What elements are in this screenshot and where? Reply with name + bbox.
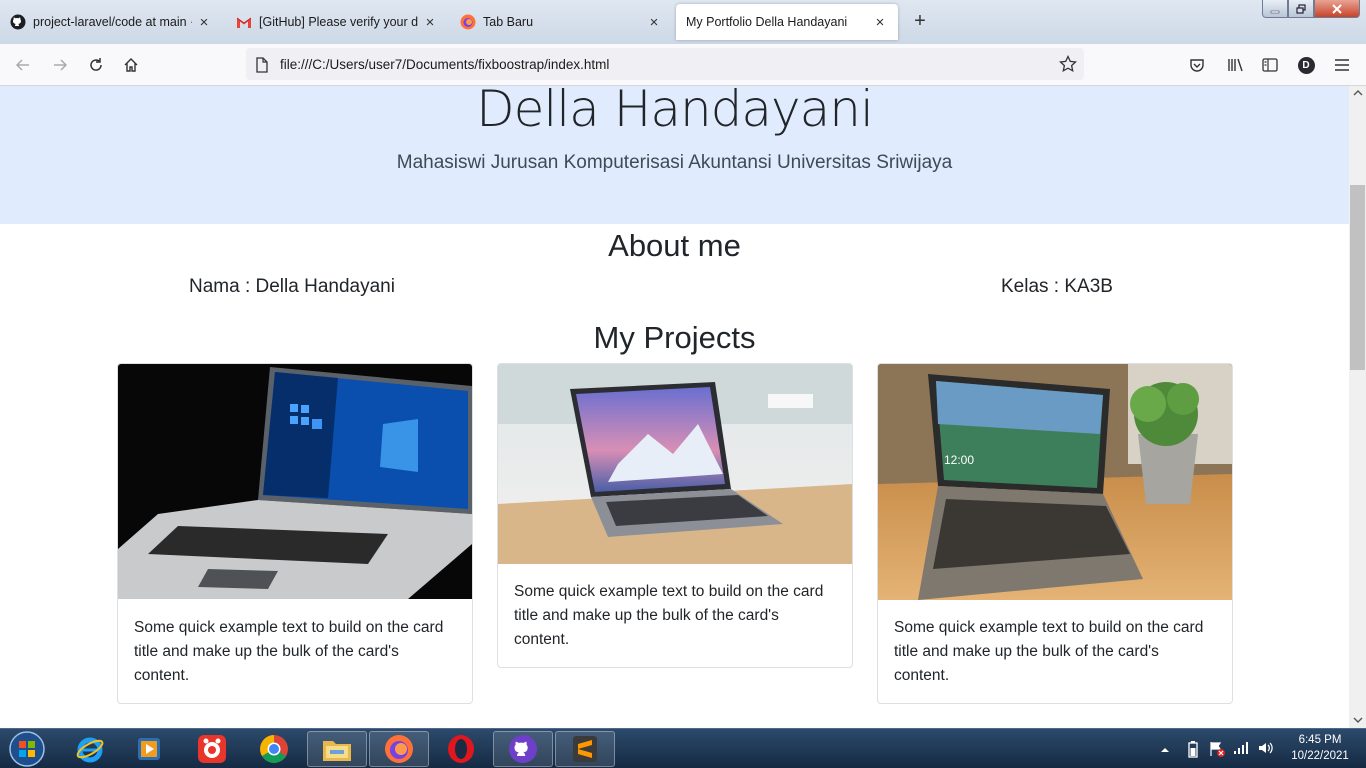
back-arrow-icon xyxy=(15,59,29,71)
url-text[interactable]: file:///C:/Users/user7/Documents/fixboos… xyxy=(280,57,609,72)
minimize-button[interactable] xyxy=(1262,0,1288,18)
close-tab-icon[interactable]: × xyxy=(872,14,888,31)
tab-gmail[interactable]: [GitHub] Please verify your devi × xyxy=(226,4,448,40)
taskbar-clock[interactable]: 6:45 PM 10/22/2021 xyxy=(1280,732,1360,764)
taskbar-chrome[interactable] xyxy=(244,731,304,767)
start-button[interactable] xyxy=(0,731,54,767)
network-signal-icon[interactable] xyxy=(1233,741,1249,755)
tab-title: My Portfolio Della Handayani xyxy=(686,15,848,29)
file-icon xyxy=(256,57,268,73)
taskbar-internet-explorer[interactable] xyxy=(60,731,120,767)
reload-icon xyxy=(90,58,102,71)
tab-github[interactable]: project-laravel/code at main · d × xyxy=(0,4,222,40)
scroll-down-icon[interactable] xyxy=(1353,716,1363,724)
class-info: Kelas : KA3B xyxy=(1001,276,1113,297)
battery-icon[interactable] xyxy=(1187,740,1199,758)
tab-strip: project-laravel/code at main · d × [GitH… xyxy=(0,0,1366,44)
pocket-button[interactable] xyxy=(1185,53,1209,77)
taskbar xyxy=(0,728,1366,768)
projects-heading: My Projects xyxy=(593,320,756,355)
name-info: Nama : Della Handayani xyxy=(189,276,395,297)
vertical-scrollbar[interactable] xyxy=(1349,86,1366,728)
card-text: Some quick example text to build on the … xyxy=(134,619,444,684)
start-orb-icon xyxy=(9,731,45,767)
taskbar-opera[interactable] xyxy=(431,731,491,767)
firefox-icon xyxy=(385,735,413,763)
sublime-text-icon xyxy=(573,736,597,762)
laptop-image xyxy=(498,364,852,564)
tab-title: Tab Baru xyxy=(483,15,534,29)
close-tab-icon[interactable]: × xyxy=(422,14,438,31)
close-tab-icon[interactable]: × xyxy=(196,14,212,31)
opera-icon xyxy=(448,735,474,763)
project-card: 12:00 Some quick example text to build o… xyxy=(877,363,1233,704)
minimize-icon xyxy=(1270,10,1280,13)
page-viewport: Della Handayani Mahasiswi Jurusan Komput… xyxy=(0,86,1349,728)
hero-name: Della Handayani xyxy=(476,86,874,138)
project-card: Some quick example text to build on the … xyxy=(117,363,473,704)
menu-button[interactable] xyxy=(1330,53,1354,77)
firefox-icon xyxy=(460,14,476,30)
home-icon xyxy=(124,58,138,72)
svg-text:12:00: 12:00 xyxy=(944,453,974,467)
new-tab-button[interactable]: + xyxy=(908,10,932,34)
sidebar-icon xyxy=(1262,58,1278,72)
avatar: D xyxy=(1297,56,1315,74)
bookmark-star-icon[interactable] xyxy=(1059,55,1077,73)
hamburger-icon xyxy=(1335,59,1349,71)
library-icon xyxy=(1228,58,1243,72)
about-heading: About me xyxy=(608,228,741,263)
chrome-icon xyxy=(260,735,288,763)
tab-new[interactable]: Tab Baru × xyxy=(450,4,672,40)
pocket-icon xyxy=(1190,59,1204,72)
card-text: Some quick example text to build on the … xyxy=(894,619,1204,684)
taskbar-record-app[interactable] xyxy=(182,731,242,767)
action-center-flag-icon[interactable] xyxy=(1208,740,1226,758)
restore-icon xyxy=(1296,3,1306,14)
media-player-icon xyxy=(138,738,160,760)
scroll-up-icon[interactable] xyxy=(1353,89,1363,97)
sidebar-button[interactable] xyxy=(1258,53,1282,77)
forward-arrow-icon xyxy=(54,59,68,71)
gmail-icon xyxy=(236,14,252,30)
close-tab-icon[interactable]: × xyxy=(646,14,662,31)
account-button[interactable]: D xyxy=(1294,53,1318,77)
clock-time: 6:45 PM xyxy=(1298,734,1342,746)
hero-subtitle: Mahasiswi Jurusan Komputerisasi Akuntans… xyxy=(396,152,953,173)
internet-explorer-icon xyxy=(76,737,104,763)
reload-button[interactable] xyxy=(84,53,108,77)
volume-icon[interactable] xyxy=(1257,740,1273,756)
tab-title: project-laravel/code at main · d xyxy=(33,15,192,29)
library-button[interactable] xyxy=(1223,53,1247,77)
scrollbar-thumb[interactable] xyxy=(1350,185,1365,370)
github-desktop-icon xyxy=(509,735,537,763)
taskbar-media-player[interactable] xyxy=(119,731,179,767)
close-window-button[interactable] xyxy=(1314,0,1360,18)
taskbar-sublime-text[interactable] xyxy=(555,731,615,767)
show-hidden-icons-button[interactable] xyxy=(1160,741,1174,755)
taskbar-firefox[interactable] xyxy=(369,731,429,767)
clock-date: 10/22/2021 xyxy=(1291,750,1349,762)
taskbar-github-desktop[interactable] xyxy=(493,731,553,767)
home-button[interactable] xyxy=(119,53,143,77)
record-app-icon xyxy=(198,735,226,763)
tab-portfolio[interactable]: My Portfolio Della Handayani × xyxy=(676,4,898,40)
laptop-image xyxy=(118,364,472,599)
maximize-button[interactable] xyxy=(1288,0,1314,18)
chevron-up-icon xyxy=(1161,748,1169,752)
taskbar-file-explorer[interactable] xyxy=(307,731,367,767)
forward-button[interactable] xyxy=(48,53,72,77)
laptop-image: 12:00 xyxy=(878,364,1232,600)
folder-icon xyxy=(323,741,351,761)
hero-jumbotron: Della Handayani Mahasiswi Jurusan Komput… xyxy=(0,86,1349,224)
close-icon xyxy=(1332,3,1342,14)
project-card: Some quick example text to build on the … xyxy=(497,363,853,668)
card-text: Some quick example text to build on the … xyxy=(514,583,824,648)
github-icon xyxy=(10,14,26,30)
tab-title: [GitHub] Please verify your devi xyxy=(259,15,418,29)
back-button[interactable] xyxy=(11,53,35,77)
